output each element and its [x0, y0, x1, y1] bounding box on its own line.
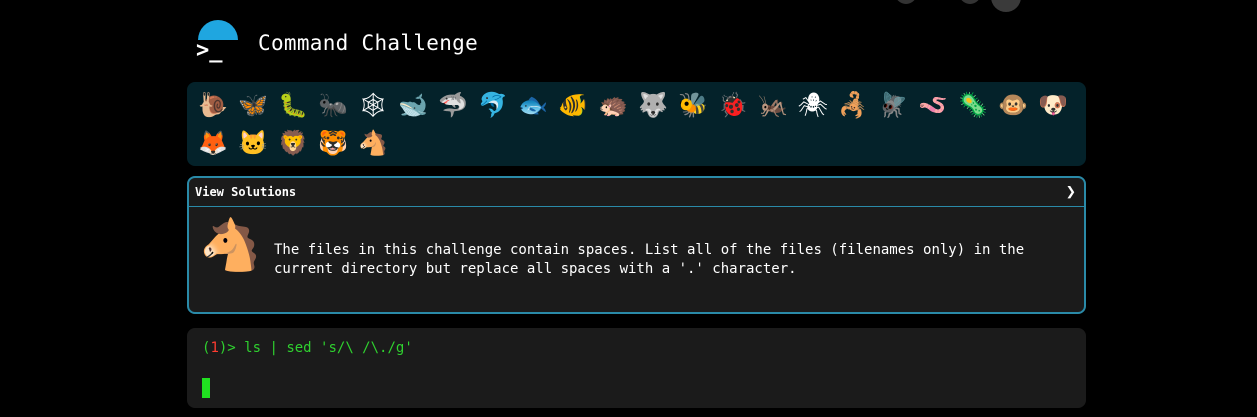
sun-icon[interactable]: ✦ [927, 0, 949, 4]
horse-icon: 🐴 [199, 216, 262, 274]
page: ✦ >_ Command Challenge 🐌🦋🐛🐜🕸🐋🦈🐬🐟🐠🦔🐺🐝🐞🦗🕷🦂… [0, 0, 1257, 417]
ladybug-icon[interactable]: 🐞 [713, 86, 753, 124]
view-solutions-toggle[interactable]: View Solutions ❯ [189, 178, 1084, 207]
wolf-icon[interactable]: 🐺 [633, 86, 673, 124]
view-solutions-label: View Solutions [195, 185, 297, 199]
ant-icon[interactable]: 🐜 [313, 86, 353, 124]
terminal-cursor[interactable] [202, 378, 210, 398]
challenge-progress-strip: 🐌 🦋 🐛 🐜 🕸 🐋 🦈 🐬 🐟 🐠 🦔 🐺 🐝 🐞 🦗 🕷 🦂 🪰 🪱 🦠 🐵 🐶 🦊 🐱 🦁 🐯 🐴 [187, 82, 1086, 166]
terminal-history-line: (1)> ls | sed 's/\ /\./g' [202, 340, 1071, 356]
profile-icon[interactable] [991, 0, 1021, 12]
tropical-fish-icon[interactable]: 🐠 [553, 86, 593, 124]
user-icon[interactable] [895, 0, 917, 4]
microbe-icon[interactable]: 🦠 [953, 86, 993, 124]
lion-icon[interactable]: 🦁 [273, 124, 313, 162]
fox-icon[interactable]: 🦊 [193, 124, 233, 162]
chevron-right-icon[interactable]: ❯ [1066, 182, 1076, 202]
logo-icon[interactable]: >_ [190, 20, 238, 66]
challenge-body: 🐴 The files in this challenge contain sp… [189, 207, 1084, 312]
caterpillar-icon[interactable]: 🐛 [273, 86, 313, 124]
butterfly-icon[interactable]: 🦋 [233, 86, 273, 124]
tiger-icon[interactable]: 🐯 [313, 124, 353, 162]
hedgehog-icon[interactable]: 🦔 [593, 86, 633, 124]
terminal-command: ls | sed 's/\ /\./g' [244, 340, 413, 356]
scorpion-icon[interactable]: 🦂 [833, 86, 873, 124]
fish-icon[interactable]: 🐟 [513, 86, 553, 124]
page-title[interactable]: Command Challenge [258, 31, 478, 55]
tick-icon[interactable]: 🕷 [793, 86, 833, 124]
prompt-number: 1 [210, 340, 219, 356]
bee-icon[interactable]: 🐝 [673, 86, 713, 124]
fly-icon[interactable]: 🪰 [873, 86, 913, 124]
worm-icon[interactable]: 🪱 [913, 86, 953, 124]
cricket-icon[interactable]: 🦗 [753, 86, 793, 124]
top-toolbar: ✦ [895, 0, 1021, 12]
dolphin-icon[interactable]: 🐬 [473, 86, 513, 124]
site-header: >_ Command Challenge [190, 18, 478, 68]
whale-icon[interactable]: 🐋 [393, 86, 433, 124]
challenge-description: The files in this challenge contain spac… [274, 242, 1025, 277]
terminal[interactable]: (1)> ls | sed 's/\ /\./g' [187, 328, 1086, 408]
prompt-close: )> [218, 340, 245, 356]
cat-icon[interactable]: 🐱 [233, 124, 273, 162]
settings-icon[interactable] [959, 0, 981, 4]
spider-web-icon[interactable]: 🕸 [353, 86, 393, 124]
dog-icon[interactable]: 🐶 [1033, 86, 1073, 124]
challenge-card: View Solutions ❯ 🐴 The files in this cha… [187, 176, 1086, 314]
monkey-icon[interactable]: 🐵 [993, 86, 1033, 124]
horse-icon[interactable]: 🐴 [353, 124, 393, 162]
snail-icon[interactable]: 🐌 [193, 86, 233, 124]
shark-icon[interactable]: 🦈 [433, 86, 473, 124]
